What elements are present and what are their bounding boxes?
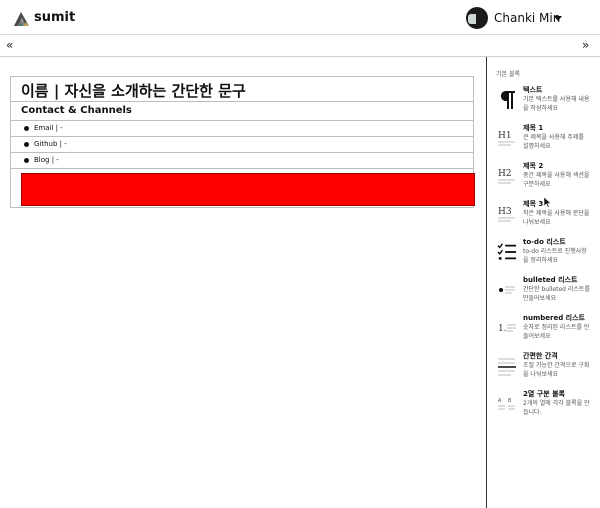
block-name: 간편한 간격 bbox=[523, 352, 558, 360]
page-title[interactable]: 이름 | 자신을 소개하는 간단한 문구 bbox=[21, 80, 246, 101]
bulleted-list-icon bbox=[499, 286, 515, 294]
list-item[interactable]: Github | - bbox=[11, 137, 473, 153]
mountain-logo-icon[interactable] bbox=[13, 10, 30, 27]
block-description: 기본 텍스트를 사용해 내용을 작성하세요 bbox=[523, 96, 590, 112]
collapse-left-button[interactable]: « bbox=[6, 37, 13, 53]
resume-editor: 이름 | 자신을 소개하는 간단한 문구 Contact & Channels … bbox=[10, 76, 475, 208]
block-numbered-list[interactable]: 1. numbered 리스트 숫자로 정리된 리스트를 만들어보세요 bbox=[487, 313, 600, 349]
spacer-icon bbox=[498, 358, 516, 376]
block-name: numbered 리스트 bbox=[523, 314, 585, 322]
block-heading-1[interactable]: H1 제목 1 큰 제목을 사용해 주제를 설명하세요 bbox=[487, 123, 600, 159]
editor-toolbar: « » bbox=[0, 35, 600, 57]
block-spacer[interactable]: 간편한 간격 조절 가능한 간격으로 구획을 나눠보세요 bbox=[487, 351, 600, 387]
svg-text:H1: H1 bbox=[498, 131, 512, 141]
svg-text:H2: H2 bbox=[498, 169, 512, 179]
bullet-icon bbox=[24, 158, 29, 163]
h1-icon: H1 bbox=[498, 131, 515, 146]
chevron-down-icon[interactable] bbox=[554, 16, 562, 21]
block-description: 작은 제목을 사용해 문단을 나눠보세요 bbox=[523, 210, 590, 226]
todo-icon bbox=[497, 243, 517, 260]
list-item-text[interactable]: Email | - bbox=[34, 124, 63, 132]
block-name: to-do 리스트 bbox=[523, 238, 566, 246]
block-name: 제목 1 bbox=[523, 124, 544, 132]
svg-text:A: A bbox=[498, 398, 502, 404]
block-todo-list[interactable]: to-do 리스트 to-do 리스트로 진행사항을 정리하세요 bbox=[487, 237, 600, 273]
sidebar-title: 기본 블록 bbox=[496, 71, 520, 78]
list-item-text[interactable]: Github | - bbox=[34, 140, 67, 148]
avatar[interactable] bbox=[466, 7, 488, 29]
block-description: to-do 리스트로 진행사항을 정리하세요 bbox=[523, 248, 587, 264]
block-description: 중간 제목을 사용해 섹션을 구분하세요 bbox=[523, 172, 590, 188]
highlight-block[interactable] bbox=[21, 173, 475, 206]
user-name[interactable]: Chanki Min bbox=[494, 11, 560, 25]
block-description: 간단한 bulleted 리스트를 만들어보세요 bbox=[523, 286, 590, 302]
mouse-pointer-icon bbox=[544, 197, 552, 208]
h3-icon: H3 bbox=[498, 207, 515, 222]
block-description: 큰 제목을 사용해 주제를 설명하세요 bbox=[523, 134, 584, 150]
list-item[interactable]: Email | - bbox=[11, 121, 473, 137]
block-name: 2열 구분 블록 bbox=[523, 390, 565, 398]
block-name: bulleted 리스트 bbox=[523, 276, 578, 284]
list-item-text[interactable]: Blog | - bbox=[34, 156, 59, 164]
title-block[interactable]: 이름 | 자신을 소개하는 간단한 문구 bbox=[11, 77, 473, 102]
svg-text:H3: H3 bbox=[498, 207, 512, 217]
subtitle-block[interactable]: Contact & Channels bbox=[11, 102, 473, 121]
block-heading-2[interactable]: H2 제목 2 중간 제목을 사용해 섹션을 구분하세요 bbox=[487, 161, 600, 197]
block-name: 제목 3 bbox=[523, 200, 544, 208]
block-bulleted-list[interactable]: bulleted 리스트 간단한 bulleted 리스트를 만들어보세요 bbox=[487, 275, 600, 311]
block-description: 2개의 열에 각각 블록을 만듭니다. bbox=[523, 400, 590, 416]
paragraph-icon bbox=[500, 91, 515, 109]
bullet-icon bbox=[24, 126, 29, 131]
block-two-column[interactable]: A B 2열 구분 블록 2개의 열에 각각 블록을 만듭니다. bbox=[487, 389, 600, 425]
h2-icon: H2 bbox=[498, 169, 515, 184]
block-description: 조절 가능한 간격으로 구획을 나눠보세요 bbox=[523, 362, 590, 378]
block-name: 제목 2 bbox=[523, 162, 544, 170]
collapse-right-button[interactable]: » bbox=[582, 37, 589, 53]
section-heading[interactable]: Contact & Channels bbox=[21, 105, 132, 116]
block-text[interactable]: 텍스트 기본 텍스트를 사용해 내용을 작성하세요 bbox=[487, 85, 600, 121]
top-bar: sumit Chanki Min bbox=[0, 0, 600, 35]
svg-text:B: B bbox=[508, 398, 512, 404]
svg-text:1.: 1. bbox=[498, 324, 507, 334]
two-column-icon: A B bbox=[498, 398, 515, 410]
list-item[interactable]: Blog | - bbox=[11, 153, 473, 169]
block-description: 숫자로 정리된 리스트를 만들어보세요 bbox=[523, 324, 590, 340]
block-name: 텍스트 bbox=[523, 86, 543, 94]
numbered-list-icon: 1. bbox=[498, 324, 516, 334]
block-palette-sidebar: 기본 블록 텍스트 기본 텍스트를 사용해 내용을 작성하세요 H1 제목 1 … bbox=[486, 57, 600, 508]
bullet-icon bbox=[24, 142, 29, 147]
brand-name[interactable]: sumit bbox=[34, 10, 75, 25]
